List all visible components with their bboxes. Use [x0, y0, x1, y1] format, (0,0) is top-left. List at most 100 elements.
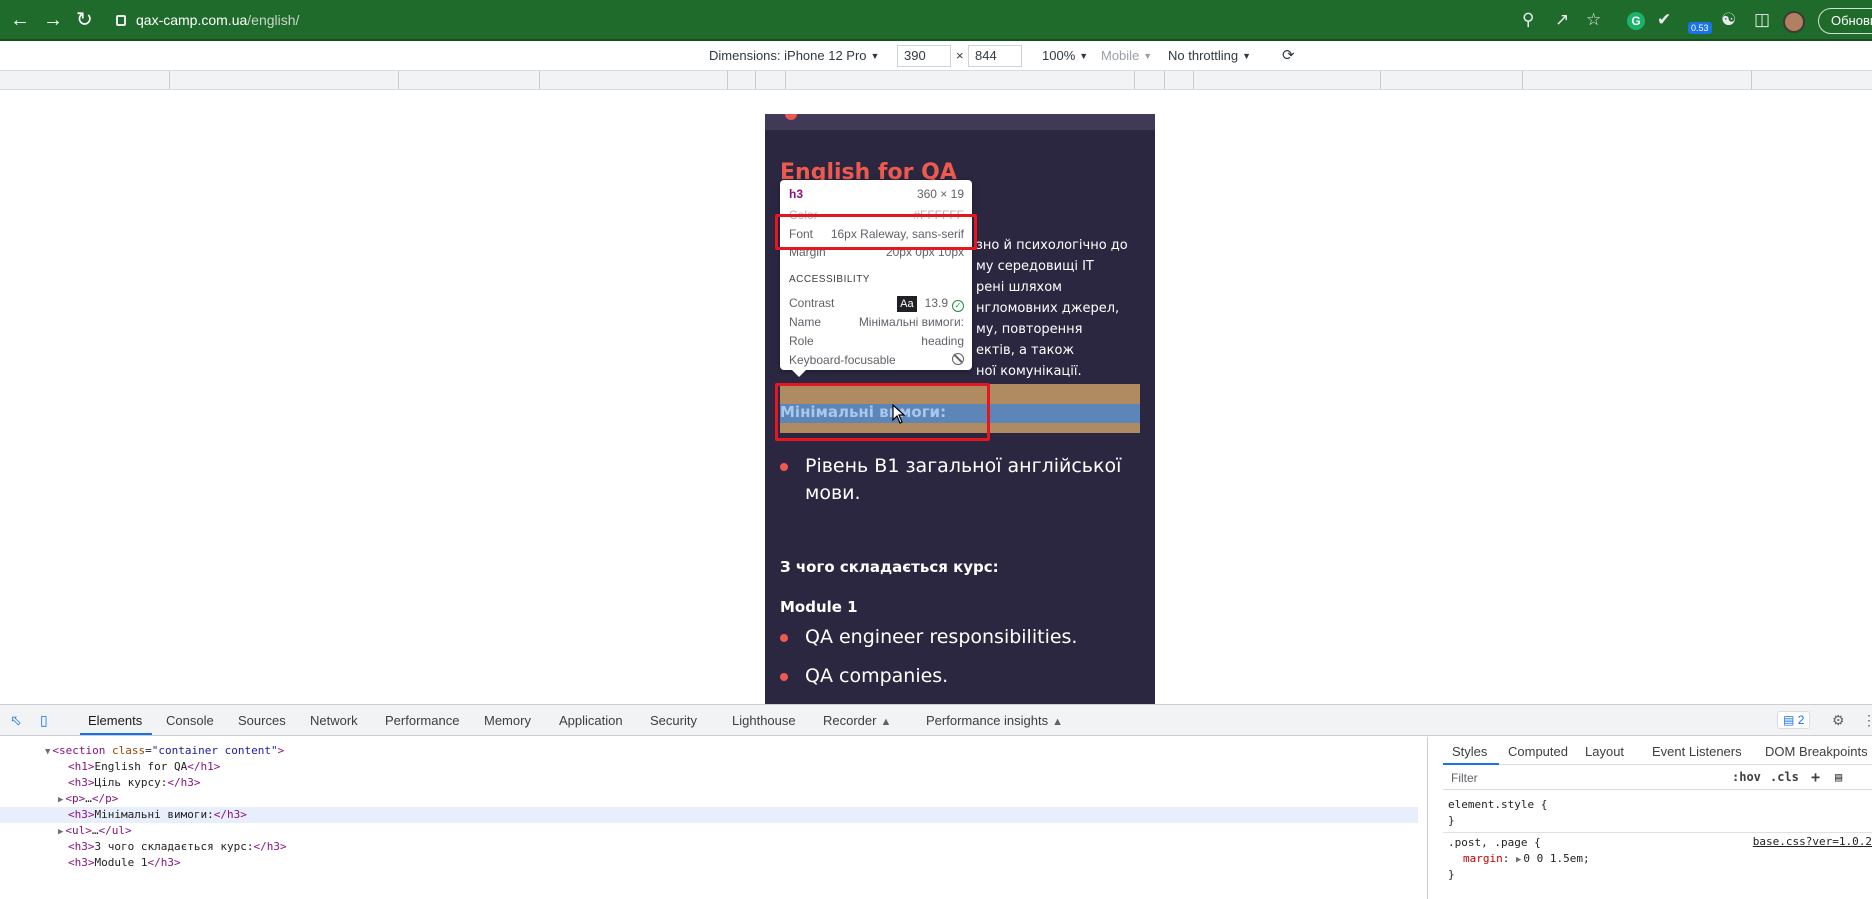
tab-computed[interactable]: Computed	[1508, 744, 1568, 759]
tab-application[interactable]: Application	[559, 713, 623, 728]
dom-text: …	[91, 824, 99, 837]
tab-layout[interactable]: Layout	[1585, 744, 1624, 759]
collapsed-triangle-icon[interactable]: ▶	[58, 795, 63, 805]
paragraph-line: ектів, а також	[976, 343, 1075, 358]
tab-styles[interactable]: Styles	[1452, 744, 1487, 759]
page-header	[765, 114, 1155, 130]
dom-attr-name: class	[112, 744, 146, 757]
tab-network[interactable]: Network	[310, 713, 358, 728]
logo-dot	[785, 114, 797, 120]
ruler-segment[interactable]	[398, 71, 399, 89]
styles-filter-input[interactable]: Filter	[1451, 771, 1478, 785]
update-button[interactable]: Обнови	[1818, 8, 1872, 34]
tab-recorder[interactable]: Recorder ▲	[823, 713, 891, 728]
dom-node-row[interactable]: ▶ <p>…</p>	[0, 791, 1418, 807]
zoom-select[interactable]: 100% ▼	[1042, 48, 1088, 63]
grammarly-extension-icon[interactable]: G	[1627, 12, 1645, 30]
tab-elements[interactable]: Elements	[88, 713, 142, 728]
contrast-chip: Aa	[897, 296, 917, 312]
bookmark-star-icon[interactable]: ☆	[1586, 11, 1601, 29]
reload-icon[interactable]: ↻	[76, 10, 93, 30]
forward-arrow-icon[interactable]: →	[43, 10, 63, 30]
tab-event-listeners[interactable]: Event Listeners	[1652, 744, 1742, 759]
dom-node-row[interactable]: <h1>English for QA</h1>	[0, 759, 1418, 775]
dom-node-row[interactable]: <h3>Module 1</h3>	[0, 855, 1418, 871]
paragraph-line: му середовищі IT	[976, 259, 1094, 274]
ruler-segment[interactable]	[755, 71, 756, 89]
tab-performance-insights[interactable]: Performance insights ▲	[926, 713, 1063, 728]
ruler-segment[interactable]	[1751, 71, 1752, 89]
ruler-segment[interactable]	[1134, 71, 1135, 89]
media-query-ruler[interactable]	[0, 71, 1872, 90]
tab-memory[interactable]: Memory	[484, 713, 531, 728]
dom-close-bracket: >	[277, 744, 285, 757]
address-bar[interactable]: qax-camp.com.ua/english/	[116, 8, 1396, 33]
settings-gear-icon[interactable]: ⚙	[1832, 712, 1848, 728]
collapsed-triangle-icon[interactable]: ▶	[58, 827, 63, 837]
ruler-segment[interactable]	[1522, 71, 1523, 89]
hover-state-toggle[interactable]: :hov	[1732, 770, 1761, 784]
times-sign: ×	[956, 48, 964, 63]
device-dimensions-select[interactable]: Dimensions: iPhone 12 Pro ▼	[709, 48, 879, 63]
ruler-segment[interactable]	[169, 71, 170, 89]
rule-declaration[interactable]: margin: ▶ 0 0 1.5em;	[1463, 851, 1590, 868]
tab-dom-breakpoints[interactable]: DOM Breakpoints	[1765, 744, 1868, 759]
paragraph-line: му, повторення	[976, 322, 1083, 337]
share-icon[interactable]: ↗	[1555, 11, 1569, 29]
inspect-tooltip: h3 360 × 19 Color #FFFFFF Font 16px Raleway…	[780, 180, 972, 377]
mode-select[interactable]: Mobile ▼	[1101, 48, 1152, 63]
rotate-icon[interactable]: ⟳	[1282, 46, 1295, 64]
extension-icon[interactable]: ✔	[1657, 11, 1671, 29]
rule-selector[interactable]: .post, .page {	[1448, 835, 1541, 851]
tab-console[interactable]: Console	[166, 713, 214, 728]
dom-node-row[interactable]: <h3>Ціль курсу:</h3>	[0, 775, 1418, 791]
ruler-segment[interactable]	[785, 71, 786, 89]
dom-node-row-selected[interactable]: <h3>Мінімальні вимоги:</h3>	[0, 807, 1418, 823]
elements-tree[interactable]: ▼ <section class="container content"> <h1…	[0, 737, 1428, 899]
requirements-list-item: Рівень В1 загальної англійської мови.	[780, 453, 1125, 507]
dom-close-tag: </p>	[91, 792, 119, 805]
width-input[interactable]: 390	[897, 45, 951, 67]
tab-lighthouse[interactable]: Lighthouse	[732, 713, 796, 728]
issues-counter[interactable]: ▤ 2	[1777, 711, 1811, 729]
dom-node-row[interactable]: ▶ <ul>…</ul>	[0, 823, 1418, 839]
ruler-segment[interactable]	[727, 71, 728, 89]
puzzle-extensions-icon[interactable]: ☯	[1721, 11, 1736, 29]
dom-attr-value: "container content"	[151, 744, 278, 757]
dom-open-tag: <h3>	[68, 856, 95, 869]
device-toolbar: Dimensions: iPhone 12 Pro ▼ 390 × 844 100…	[0, 41, 1872, 71]
tab-sources[interactable]: Sources	[238, 713, 286, 728]
dom-node-row[interactable]: ▼ <section class="container content">	[0, 743, 1418, 759]
expanded-triangle-icon[interactable]: ▼	[45, 747, 50, 757]
ruler-segment[interactable]	[1164, 71, 1165, 89]
ruler-segment[interactable]	[1380, 71, 1381, 89]
tooltip-role-value: heading	[921, 334, 964, 348]
more-options-icon[interactable]: ⋮	[1862, 712, 1872, 728]
rule-source-link[interactable]: base.css?ver=1.0.2	[1753, 835, 1872, 848]
tooltip-contrast-label: Contrast	[789, 296, 835, 310]
expand-triangle-icon[interactable]: ▶	[1516, 855, 1521, 865]
dom-node-row[interactable]: <h3>З чого складається курс:</h3>	[0, 839, 1418, 855]
new-rule-plus-icon[interactable]: +	[1811, 768, 1820, 786]
inspect-element-icon[interactable]: ⬁	[10, 712, 26, 728]
tab-performance[interactable]: Performance	[385, 713, 459, 728]
tooltip-accessibility-label: ACCESSIBILITY	[789, 274, 870, 285]
element-style-open[interactable]: element.style {	[1448, 797, 1547, 813]
throttling-select[interactable]: No throttling ▼	[1168, 48, 1251, 63]
device-toolbar-icon[interactable]: ▯	[40, 712, 56, 728]
module-list-item: QA companies.	[780, 663, 1125, 690]
back-arrow-icon[interactable]: ←	[10, 10, 30, 30]
tab-security[interactable]: Security	[650, 713, 697, 728]
caret-down-icon: ▼	[870, 51, 880, 61]
class-toggle[interactable]: .cls	[1770, 770, 1799, 784]
side-panel-icon[interactable]: ◫	[1754, 11, 1770, 29]
profile-avatar[interactable]	[1783, 11, 1805, 33]
dom-close-tag: </h1>	[187, 760, 221, 773]
ruler-segment[interactable]	[1193, 71, 1194, 89]
height-input[interactable]: 844	[968, 45, 1022, 67]
flask-icon: ▲	[1052, 716, 1064, 728]
tooltip-name-value: Мінімальні вимоги:	[858, 315, 964, 329]
toggle-sidebar-icon[interactable]: ▤	[1835, 770, 1842, 784]
zoom-icon[interactable]: ⚲	[1522, 11, 1534, 29]
ruler-segment[interactable]	[539, 71, 540, 89]
